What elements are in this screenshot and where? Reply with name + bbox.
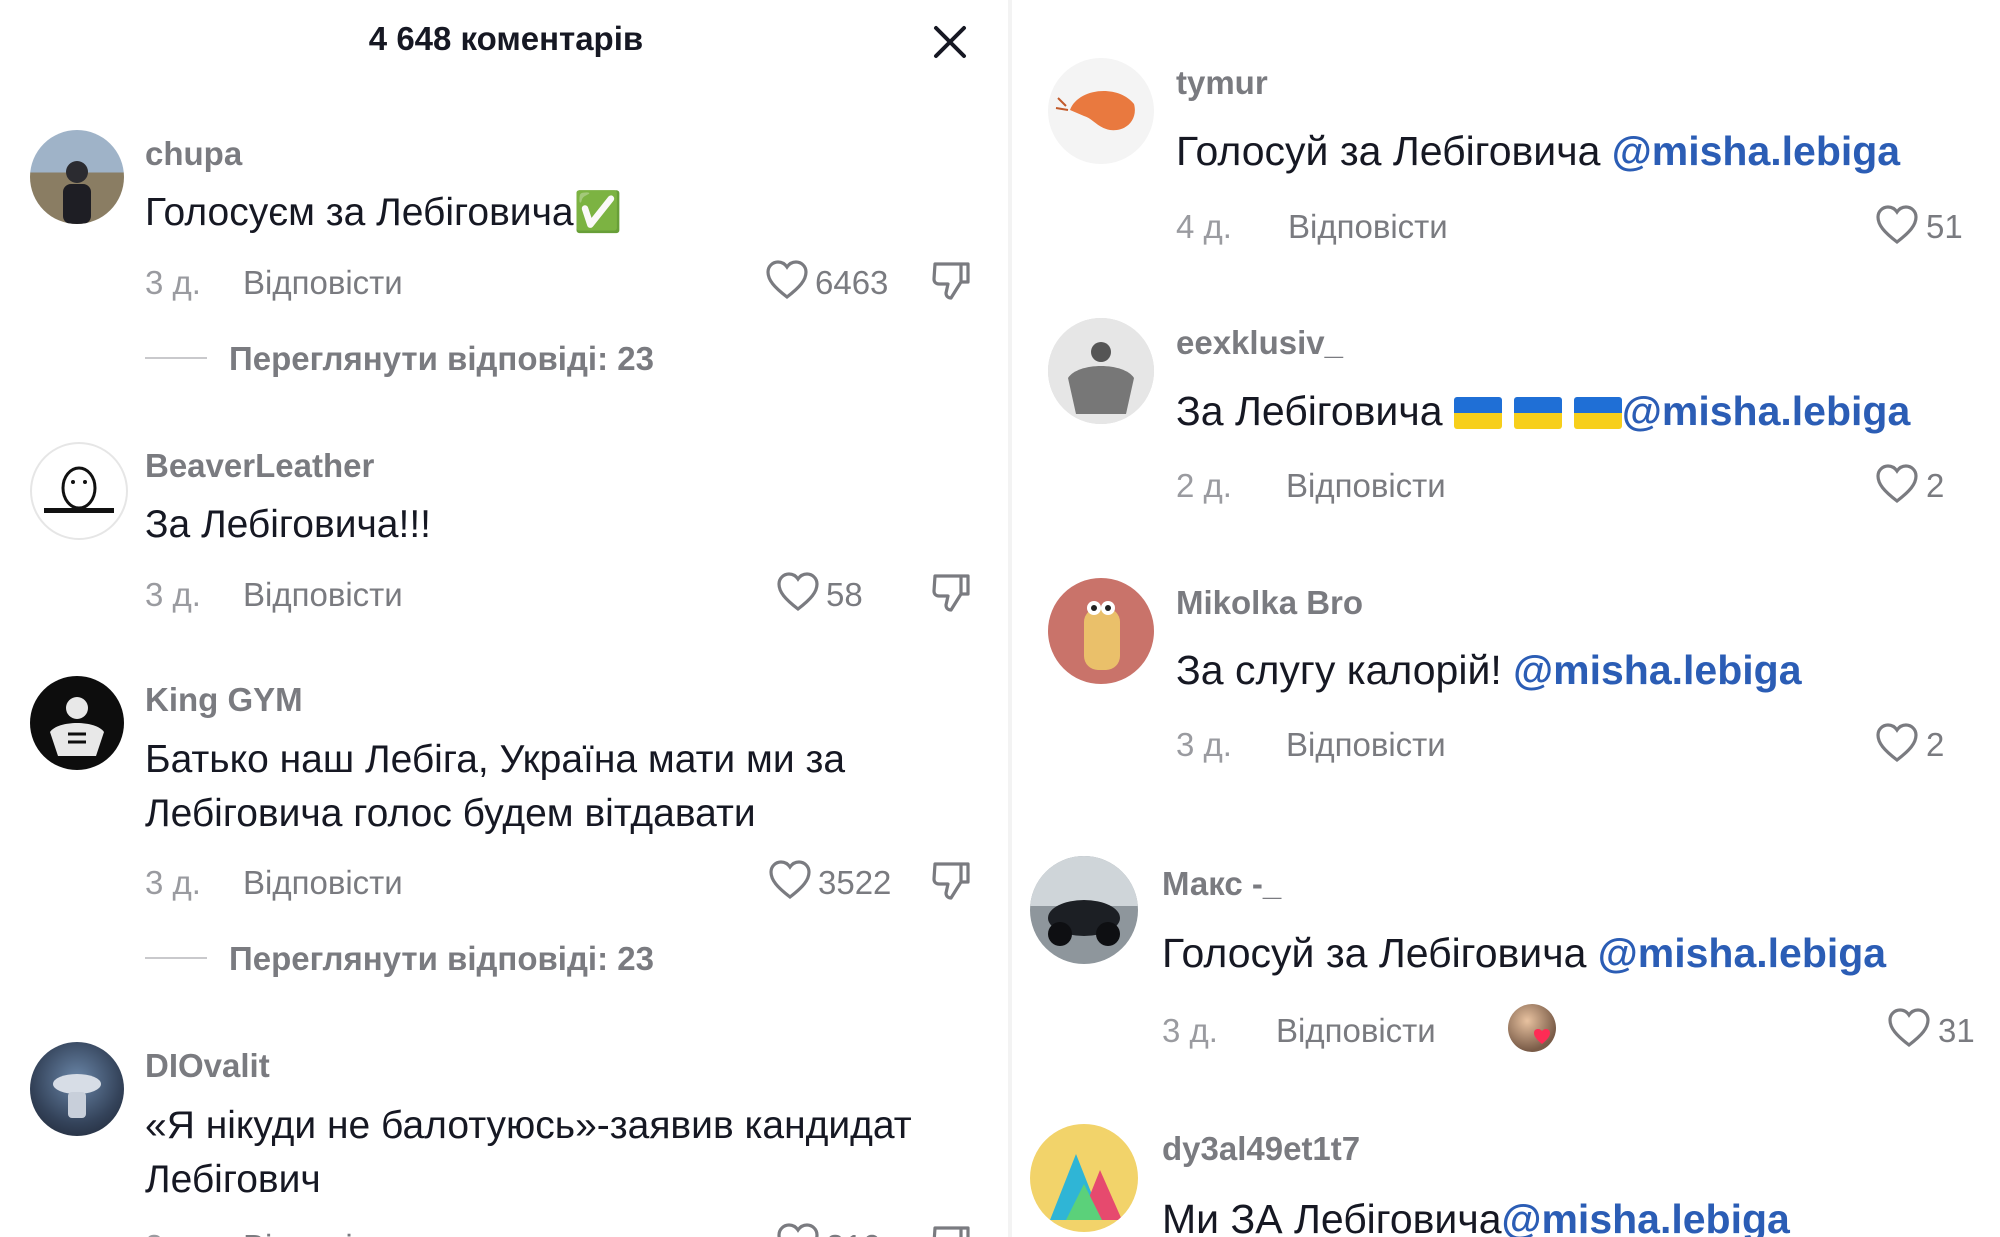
comment-text: За Лебіговича!!! — [145, 503, 432, 546]
comment-text-line-2: Лебіговича голос будем вітдавати — [145, 792, 756, 835]
avatar[interactable] — [30, 1042, 124, 1136]
avatar[interactable] — [30, 130, 124, 224]
reply-button[interactable]: Відповісти — [243, 576, 403, 614]
reply-button[interactable]: Відповісти — [243, 864, 403, 902]
dislike-icon[interactable] — [931, 572, 971, 614]
avatar[interactable] — [1048, 578, 1154, 684]
comment-username[interactable]: Mikolka Bro — [1176, 584, 1363, 622]
close-icon[interactable] — [930, 22, 970, 62]
comment-username[interactable]: BeaverLeather — [145, 447, 374, 485]
heart-icon[interactable] — [764, 259, 810, 301]
comment-text-line-1: Батько наш Лебіга, Україна мати ми за — [145, 738, 846, 781]
mention-link[interactable]: @misha.lebiga — [1598, 930, 1886, 976]
comment-time: 3 д. — [145, 264, 201, 301]
comment-username[interactable]: chupa — [145, 135, 242, 173]
comment-username[interactable]: eexklusiv_ — [1176, 324, 1343, 362]
heart-icon[interactable] — [1886, 1007, 1932, 1049]
comment-text-line-2: Лебігович — [145, 1158, 321, 1201]
comment-text-line-1: «Я нікуди не балотуюсь»-заявив кандидат — [145, 1104, 912, 1147]
comment-username[interactable]: dy3al49et1t7 — [1162, 1130, 1360, 1168]
like-count: 2 — [1926, 467, 1945, 504]
comment-time: 2 д. — [1176, 467, 1232, 504]
comment-time: 3 д. — [1176, 726, 1232, 763]
comments-count-title: 4 648 коментарів — [368, 20, 644, 57]
comment-time: 3 д. — [145, 1228, 201, 1237]
avatar[interactable] — [1030, 856, 1138, 964]
comment-username[interactable]: Макс -_ — [1162, 865, 1281, 903]
avatar[interactable] — [30, 676, 124, 770]
comment-text: Голосуй за Лебіговича @misha.lebiga — [1176, 124, 1900, 178]
comment-text-body: Ми ЗА Лебіговича — [1162, 1196, 1502, 1237]
reply-button[interactable]: Відповісти — [243, 264, 403, 302]
comment-username[interactable]: DIOvalit — [145, 1047, 270, 1085]
like-count: 31 — [1938, 1012, 1975, 1049]
comments-sheet-left: 4 648 коментарів chupa Голосуєм за Лебіг… — [0, 0, 1012, 1237]
comment-time: 3 д. — [145, 576, 201, 613]
mention-link[interactable]: @misha.lebiga — [1622, 388, 1910, 434]
like-count: 6463 — [815, 264, 889, 301]
view-replies-button[interactable]: Переглянути відповіді: 23 — [229, 940, 654, 978]
comment-username[interactable]: tymur — [1176, 64, 1268, 102]
reply-button[interactable]: Відповісти — [1288, 208, 1448, 246]
comment-username[interactable]: King GYM — [145, 681, 303, 719]
mention-link[interactable]: @misha.lebiga — [1612, 128, 1900, 174]
creator-reaction-avatar — [1508, 1004, 1556, 1052]
ukraine-flag-icon — [1513, 397, 1562, 429]
avatar[interactable] — [30, 442, 128, 540]
reply-button[interactable]: Відповісти — [243, 1228, 403, 1237]
comment-text-body: За слугу калорій! — [1176, 647, 1514, 693]
view-replies-button[interactable]: Переглянути відповіді: 23 — [229, 340, 654, 378]
divider — [145, 357, 207, 359]
heart-icon[interactable] — [775, 1222, 821, 1237]
comment-text-body: За Лебіговича — [1176, 388, 1454, 434]
mention-link[interactable]: @misha.lebiga — [1502, 1196, 1790, 1237]
mention-link[interactable]: @misha.lebiga — [1513, 647, 1801, 693]
like-count: 2 — [1926, 726, 1945, 763]
comment-time: 3 д. — [1162, 1012, 1218, 1049]
comment-text: Ми ЗА Лебіговича@misha.lebiga — [1162, 1192, 1790, 1237]
comment-text: За Лебіговича @misha.lebiga — [1176, 384, 1910, 438]
heart-icon[interactable] — [1874, 204, 1920, 246]
divider — [145, 957, 207, 959]
dislike-icon[interactable] — [931, 860, 971, 902]
like-count: 51 — [1926, 208, 1963, 245]
comment-text-body: Голосуй за Лебіговича — [1162, 930, 1598, 976]
comment-text: За слугу калорій! @misha.lebiga — [1176, 643, 1802, 697]
comment-text: Голосуєм за Лебіговича✅ — [145, 191, 623, 234]
comment-text-body: Голосуй за Лебіговича — [1176, 128, 1612, 174]
ukraine-flag-icon — [1573, 397, 1622, 429]
comment-time: 3 д. — [145, 864, 201, 901]
heart-icon[interactable] — [1874, 463, 1920, 505]
comments-sheet-right: tymur Голосуй за Лебіговича @misha.lebig… — [1012, 0, 2000, 1237]
like-count: 3522 — [818, 864, 892, 901]
reply-button[interactable]: Відповісти — [1286, 467, 1446, 505]
dislike-icon[interactable] — [931, 1224, 971, 1237]
reply-button[interactable]: Відповісти — [1286, 726, 1446, 764]
avatar[interactable] — [1048, 58, 1154, 164]
heart-icon[interactable] — [775, 571, 821, 613]
comment-text: Голосуй за Лебіговича @misha.lebiga — [1162, 926, 1886, 980]
like-count: 810 — [826, 1228, 881, 1237]
like-count: 58 — [826, 576, 863, 613]
dislike-icon[interactable] — [931, 260, 971, 302]
avatar[interactable] — [1048, 318, 1154, 424]
comment-time: 4 д. — [1176, 208, 1232, 245]
heart-icon[interactable] — [767, 859, 813, 901]
heart-icon[interactable] — [1874, 722, 1920, 764]
avatar[interactable] — [1030, 1124, 1138, 1232]
reply-button[interactable]: Відповісти — [1276, 1012, 1436, 1050]
ukraine-flag-icon — [1453, 397, 1502, 429]
